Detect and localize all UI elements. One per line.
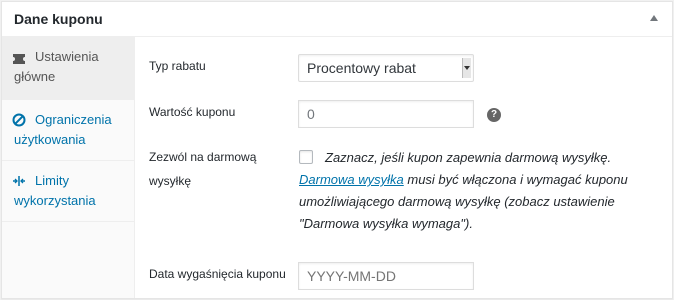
coupon-amount-input[interactable] <box>298 100 474 128</box>
discount-type-label: Typ rabatu <box>149 59 206 73</box>
box-title: Dane kuponu <box>14 11 103 27</box>
tab-usage-restriction-label-2: użytkowania <box>14 132 86 147</box>
free-shipping-label-1: Zezwól na darmową <box>149 150 257 164</box>
tab-general-label-1: Ustawienia <box>35 49 99 64</box>
chevron-down-icon[interactable] <box>462 58 471 78</box>
tab-usage-limits[interactable]: Limity wykorzystania <box>2 161 134 222</box>
tab-general[interactable]: Ustawienia główne <box>2 37 134 100</box>
tab-usage-restriction[interactable]: Ograniczenia użytkowania <box>2 100 134 161</box>
collapse-arrow-icon[interactable] <box>650 15 658 21</box>
free-shipping-label-2: wysyłkę <box>149 174 192 188</box>
tab-usage-restriction-label-1: Ograniczenia <box>35 112 112 127</box>
general-panel: Typ rabatu Procentowy rabat Wartość kupo… <box>136 37 672 298</box>
coupon-data-box: Dane kuponu Ustawienia główne Ograniczen… <box>1 1 673 299</box>
coupon-amount-label: Wartość kuponu <box>149 105 236 119</box>
coupon-tabs: Ustawienia główne Ograniczenia użytkowan… <box>2 37 135 298</box>
tab-usage-limits-label-2: wykorzystania <box>14 193 96 208</box>
block-icon <box>12 113 26 127</box>
expiry-date-label: Data wygaśnięcia kuponu <box>149 267 286 281</box>
free-shipping-description: Zaznacz, jeśli kupon zapewnia darmową wy… <box>299 147 649 235</box>
help-icon[interactable]: ? <box>487 108 501 122</box>
ticket-icon <box>13 54 25 64</box>
discount-type-select[interactable]: Procentowy rabat <box>298 54 474 82</box>
free-shipping-desc-first: Zaznacz, jeśli kupon zapewnia darmową wy… <box>325 150 612 165</box>
arrows-icon <box>13 176 25 186</box>
tab-usage-limits-label-1: Limity <box>35 173 69 188</box>
free-shipping-link[interactable]: Darmowa wysyłka <box>299 172 404 187</box>
discount-type-value: Procentowy rabat <box>307 60 416 76</box>
tab-general-label-2: główne <box>14 69 56 84</box>
expiry-date-input[interactable] <box>298 262 474 290</box>
box-header[interactable]: Dane kuponu <box>2 2 672 37</box>
